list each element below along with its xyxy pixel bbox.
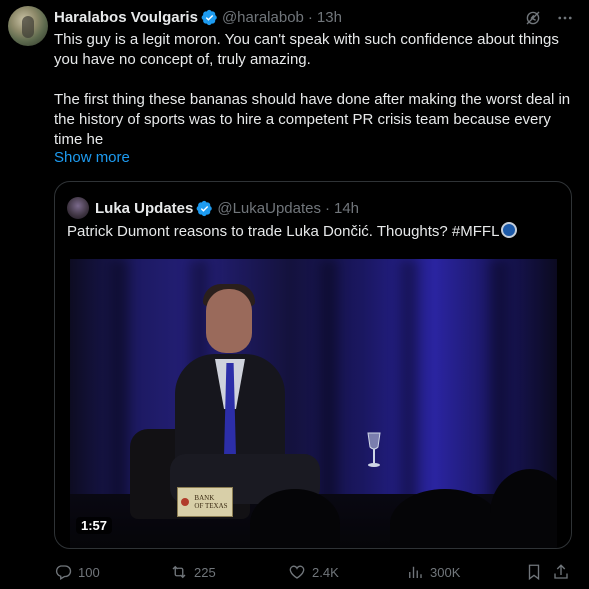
tweet-text: This guy is a legit moron. You can't spe… bbox=[54, 30, 574, 150]
quote-separator-dot: · bbox=[324, 199, 330, 217]
repost-button[interactable]: 225 bbox=[170, 562, 216, 582]
show-more-link[interactable]: Show more bbox=[54, 149, 130, 166]
tweet-actions-bar: 100 225 2.4K 300K bbox=[54, 562, 574, 582]
quote-text: Patrick Dumont reasons to trade Luka Don… bbox=[67, 223, 500, 240]
share-icon bbox=[554, 564, 568, 579]
quote-author-name[interactable]: Luka Updates bbox=[95, 200, 193, 217]
quote-verified-badge-icon bbox=[196, 200, 213, 216]
like-button[interactable]: 2.4K bbox=[288, 562, 339, 582]
views-count: 300K bbox=[430, 564, 461, 580]
quote-time[interactable]: 14h bbox=[334, 200, 359, 217]
bookmark-button[interactable] bbox=[525, 562, 543, 582]
repost-count: 225 bbox=[194, 564, 216, 580]
author-avatar[interactable] bbox=[8, 6, 48, 46]
tweet-time[interactable]: 13h bbox=[317, 9, 342, 26]
author-handle[interactable]: @haralabob bbox=[222, 9, 304, 26]
like-icon bbox=[289, 565, 305, 579]
tweet[interactable]: Haralabos Voulgaris @haralabob · 13h Thi… bbox=[0, 0, 589, 589]
water-glass-icon bbox=[367, 432, 381, 467]
quote-text-line: Patrick Dumont reasons to trade Luka Don… bbox=[67, 221, 518, 243]
mavericks-emoji-icon bbox=[501, 222, 518, 238]
bank-of-texas-sign: BANK OF TEXAS bbox=[177, 487, 233, 517]
more-icon[interactable] bbox=[555, 8, 575, 28]
verified-badge-icon bbox=[201, 9, 217, 25]
reply-button[interactable]: 100 bbox=[54, 562, 100, 582]
reply-count: 100 bbox=[78, 564, 100, 580]
reply-icon bbox=[55, 565, 72, 580]
tweet-paragraph-1: This guy is a legit moron. You can't spe… bbox=[54, 31, 559, 68]
quote-author-handle[interactable]: @LukaUpdates bbox=[217, 200, 321, 217]
quote-header: Luka Updates @LukaUpdates · 14h bbox=[95, 198, 359, 218]
share-button[interactable] bbox=[552, 562, 570, 582]
tweet-paragraph-2: The first thing these bananas should hav… bbox=[54, 91, 571, 148]
tweet-header: Haralabos Voulgaris @haralabob · 13h bbox=[54, 7, 342, 27]
video-duration: 1:57 bbox=[76, 517, 113, 534]
tweet-top-actions bbox=[523, 8, 575, 28]
like-count: 2.4K bbox=[312, 564, 339, 580]
video-player[interactable]: BANK OF TEXAS 1:57 bbox=[70, 259, 557, 548]
quote-author-avatar[interactable] bbox=[67, 197, 89, 219]
author-name[interactable]: Haralabos Voulgaris bbox=[54, 9, 198, 26]
separator-dot: · bbox=[307, 8, 313, 26]
repost-icon bbox=[172, 565, 186, 579]
views-button[interactable]: 300K bbox=[406, 562, 460, 582]
views-icon bbox=[409, 566, 422, 578]
bookmark-icon bbox=[528, 564, 540, 581]
grok-icon[interactable] bbox=[523, 8, 543, 28]
quoted-tweet[interactable]: Luka Updates @LukaUpdates · 14h Patrick … bbox=[54, 181, 572, 549]
